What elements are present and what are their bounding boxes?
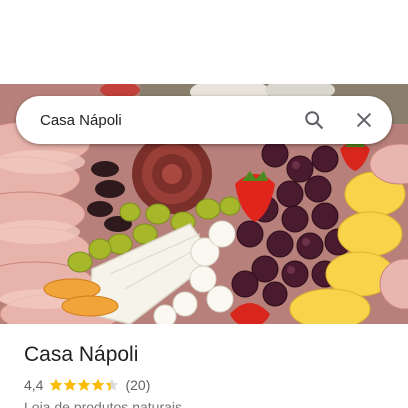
close-icon bbox=[357, 113, 371, 127]
star-icon bbox=[106, 378, 119, 391]
close-button[interactable] bbox=[344, 100, 384, 140]
star-icon bbox=[64, 378, 77, 391]
search-bar bbox=[16, 96, 392, 144]
star-icon bbox=[50, 378, 63, 391]
star-icon bbox=[78, 378, 91, 391]
search-input[interactable] bbox=[16, 96, 294, 144]
search-icon bbox=[305, 111, 323, 129]
star-rating bbox=[49, 378, 119, 392]
rating-row[interactable]: 4,4 (20) bbox=[24, 376, 392, 394]
place-category: Loja de produtos naturais bbox=[24, 399, 182, 408]
place-info: Casa Nápoli 4,4 (20) Loja de produtos na… bbox=[24, 342, 392, 408]
star-icon bbox=[92, 378, 105, 391]
review-count: (20) bbox=[125, 377, 151, 393]
rating-value: 4,4 bbox=[24, 377, 44, 393]
place-title[interactable]: Casa Nápoli bbox=[24, 342, 392, 368]
search-button[interactable] bbox=[294, 100, 334, 140]
